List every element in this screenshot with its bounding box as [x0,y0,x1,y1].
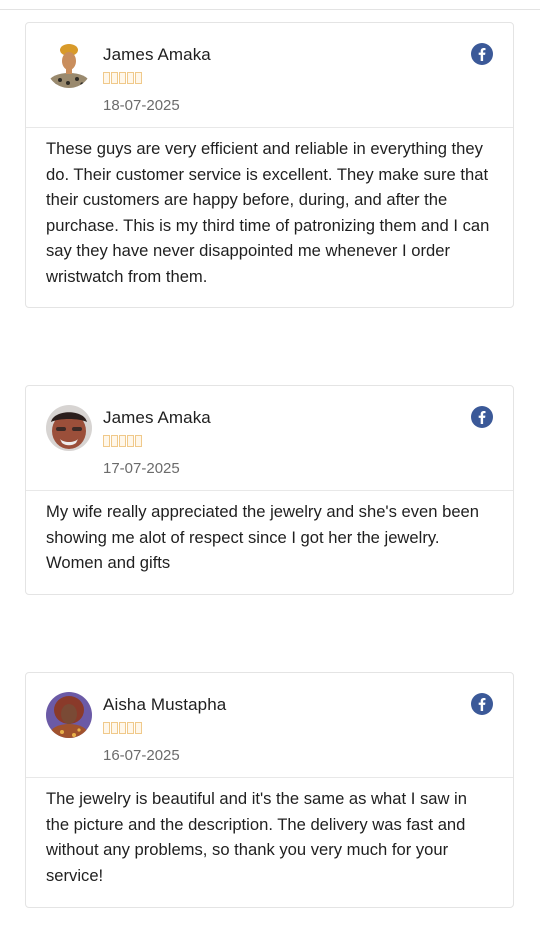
star-icon [103,72,110,84]
review-date: 18-07-2025 [103,97,180,114]
review-card: James Amaka 17-07-2025 My wife really ap… [25,385,514,595]
review-card: James Amaka 18-07-2025 These guys are ve… [25,22,514,308]
star-icon [119,435,126,447]
star-icon [111,72,118,84]
star-rating [103,722,143,734]
facebook-icon[interactable] [471,406,493,428]
review-date: 17-07-2025 [103,460,180,477]
facebook-icon[interactable] [471,43,493,65]
review-header: Aisha Mustapha 16-07-2025 [26,673,513,778]
star-icon [127,72,134,84]
star-icon [111,722,118,734]
review-date: 16-07-2025 [103,747,180,764]
avatar[interactable] [46,42,92,88]
reviewer-name: James Amaka [103,408,211,427]
star-icon [127,722,134,734]
avatar[interactable] [46,405,92,451]
review-text: The jewelry is beautiful and it's the sa… [46,789,467,885]
star-icon [135,72,142,84]
avatar[interactable] [46,692,92,738]
top-divider [0,9,540,10]
reviewer-name: James Amaka [103,45,211,64]
review-text: These guys are very efficient and reliab… [46,139,490,286]
star-icon [127,435,134,447]
star-icon [135,722,142,734]
star-icon [103,435,110,447]
facebook-icon[interactable] [471,693,493,715]
review-text: My wife really appreciated the jewelry a… [46,502,480,572]
star-rating [103,72,143,84]
star-icon [119,72,126,84]
star-icon [135,435,142,447]
star-icon [119,722,126,734]
star-rating [103,435,143,447]
star-icon [111,435,118,447]
review-header: James Amaka 17-07-2025 [26,386,513,491]
reviewer-name: Aisha Mustapha [103,695,227,714]
review-header: James Amaka 18-07-2025 [26,23,513,128]
review-card: Aisha Mustapha 16-07-2025 The jewelry is… [25,672,514,908]
star-icon [103,722,110,734]
